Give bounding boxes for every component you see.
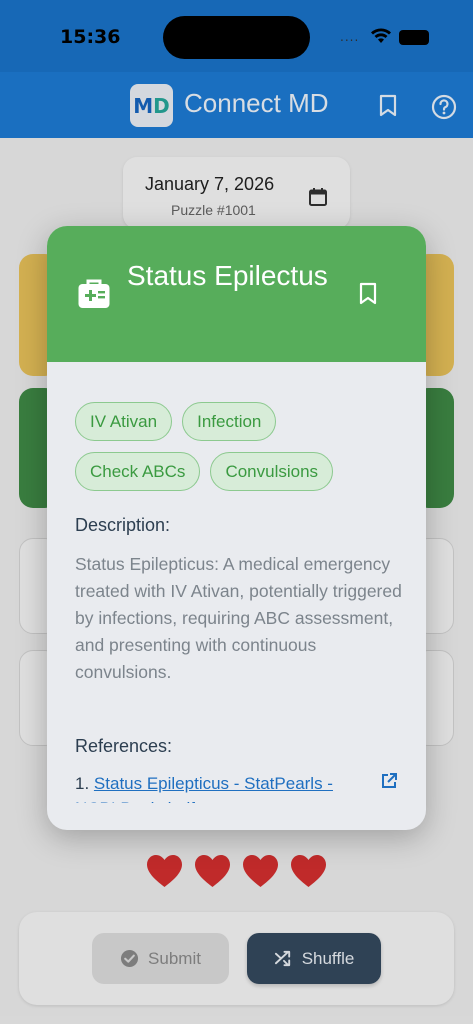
description-label: Description: bbox=[75, 515, 171, 535]
keyword-chip: IV Ativan bbox=[75, 402, 173, 441]
keyword-chip: Infection bbox=[182, 402, 277, 441]
bookmark-icon[interactable] bbox=[358, 282, 378, 306]
modal-title: Status Epilectus bbox=[127, 260, 328, 291]
modal-header: Status Epilectus bbox=[47, 226, 426, 362]
reference-number: 1. bbox=[75, 774, 90, 793]
keyword-chip: Check ABCs bbox=[75, 452, 201, 491]
keyword-chips: IV Ativan Infection Check ABCs Convulsions bbox=[75, 402, 405, 491]
references-label: References: bbox=[75, 736, 173, 756]
external-link-icon[interactable] bbox=[380, 772, 398, 790]
reference-link[interactable]: Status Epilepticus - StatPearls - NCBI B… bbox=[75, 774, 333, 803]
category-detail-modal: Status Epilectus IV Ativan Infection Check… bbox=[47, 226, 426, 830]
medical-kit-icon bbox=[78, 279, 110, 308]
keyword-chip: Convulsions bbox=[210, 452, 334, 491]
description-text: Status Epilepticus: A medical emergency … bbox=[75, 554, 402, 682]
